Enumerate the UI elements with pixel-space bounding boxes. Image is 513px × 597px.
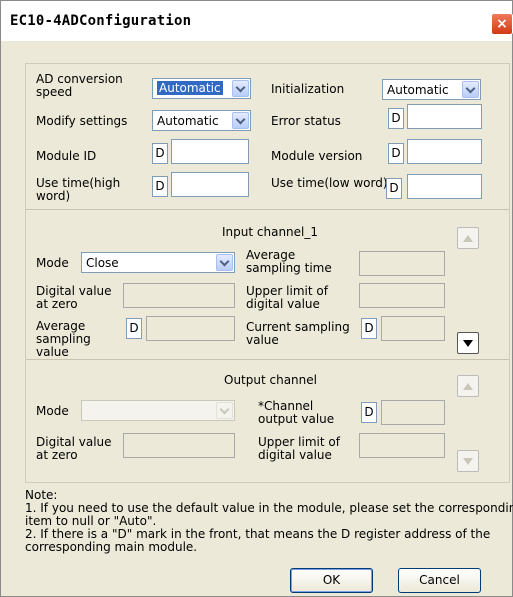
input-mode-value: Close [86, 256, 119, 270]
channel-output-d-prefix: D [361, 402, 377, 423]
error-status-label: Error status [271, 114, 341, 128]
input-channel-header: Input channel_1 [222, 225, 319, 239]
output-channel-header: Output channel [224, 373, 317, 387]
input-mode-select[interactable]: Close [81, 252, 235, 273]
chevron-down-icon[interactable] [232, 80, 249, 97]
title-bar[interactable]: EC10-4ADConfiguration × [1, 1, 513, 41]
average-sampling-value-label: Average sampling value [36, 319, 91, 359]
current-sampling-value-label: Current sampling value [246, 320, 350, 347]
ok-button[interactable]: OK [290, 568, 373, 593]
average-sampling-time-label: Average sampling time [246, 248, 332, 275]
input-channel-section-divider [26, 209, 509, 210]
output-mode-select[interactable] [81, 400, 235, 421]
current-sampling-value-input[interactable] [381, 316, 445, 341]
input-digital-value-at-zero-label: Digital value at zero [36, 284, 112, 311]
configuration-dialog: EC10-4ADConfiguration × AD conversion sp… [0, 0, 513, 597]
arrow-down-icon [463, 458, 473, 465]
ad-conversion-speed-label: AD conversion speed [36, 72, 123, 99]
modify-settings-value: Automatic [157, 114, 219, 128]
module-id-label: Module ID [36, 149, 97, 163]
output-channel-section-divider [26, 359, 509, 360]
chevron-down-icon[interactable] [462, 81, 479, 98]
module-version-label: Module version [271, 149, 363, 163]
scroll-down-button[interactable] [457, 332, 479, 354]
scroll-up-button[interactable] [457, 227, 479, 249]
output-upper-limit-input[interactable] [359, 433, 445, 458]
close-button[interactable]: × [491, 13, 513, 35]
ad-conversion-speed-value: Automatic [157, 81, 223, 95]
initialization-value: Automatic [387, 83, 449, 97]
cancel-button[interactable]: Cancel [398, 568, 481, 593]
use-time-low-d-prefix: D [386, 178, 402, 199]
average-sampling-time-input[interactable] [359, 251, 445, 276]
module-version-d-prefix: D [388, 143, 404, 164]
note-line-2b: corresponding main module. [25, 540, 198, 554]
input-mode-label: Mode [36, 256, 69, 270]
module-id-d-prefix: D [152, 143, 168, 164]
output-mode-label: Mode [36, 404, 69, 418]
input-digital-value-at-zero-input[interactable] [123, 283, 235, 308]
use-time-low-input[interactable] [407, 174, 482, 199]
current-sampling-d-prefix: D [361, 318, 377, 339]
output-scroll-down-button[interactable] [457, 450, 479, 472]
settings-panel: AD conversion speed Automatic Initializa… [25, 63, 510, 483]
channel-output-value-input[interactable] [381, 400, 445, 425]
chevron-down-icon[interactable] [232, 112, 249, 129]
initialization-select[interactable]: Automatic [382, 79, 481, 100]
module-version-input[interactable] [407, 139, 482, 164]
output-upper-limit-label: Upper limit of digital value [258, 435, 340, 462]
arrow-down-icon [463, 340, 473, 347]
average-sampling-value-input[interactable] [146, 316, 235, 341]
initialization-label: Initialization [271, 82, 345, 96]
chevron-down-icon[interactable] [216, 402, 233, 419]
modify-settings-select[interactable]: Automatic [152, 110, 251, 131]
window-title: EC10-4ADConfiguration [10, 13, 192, 29]
use-time-high-input[interactable] [171, 172, 249, 197]
chevron-down-icon[interactable] [216, 254, 233, 271]
input-upper-limit-label: Upper limit of digital value [246, 284, 328, 311]
module-id-input[interactable] [171, 139, 249, 164]
error-status-d-prefix: D [388, 108, 404, 129]
input-upper-limit-input[interactable] [359, 283, 445, 308]
notes-block: Note: 1. If you need to use the default … [25, 489, 513, 554]
arrow-up-icon [463, 383, 473, 390]
use-time-high-d-prefix: D [152, 176, 168, 197]
output-digital-value-at-zero-label: Digital value at zero [36, 435, 112, 462]
modify-settings-label: Modify settings [36, 114, 128, 128]
output-scroll-up-button[interactable] [457, 375, 479, 397]
ad-conversion-speed-select[interactable]: Automatic [152, 78, 251, 99]
use-time-high-label: Use time(high word) [36, 176, 121, 203]
arrow-up-icon [463, 235, 473, 242]
error-status-input[interactable] [407, 104, 482, 129]
average-sampling-d-prefix: D [126, 318, 142, 339]
use-time-low-label: Use time(low word) [271, 176, 388, 190]
channel-output-value-label: *Channel output value [258, 399, 335, 426]
output-digital-value-at-zero-input[interactable] [123, 433, 235, 458]
